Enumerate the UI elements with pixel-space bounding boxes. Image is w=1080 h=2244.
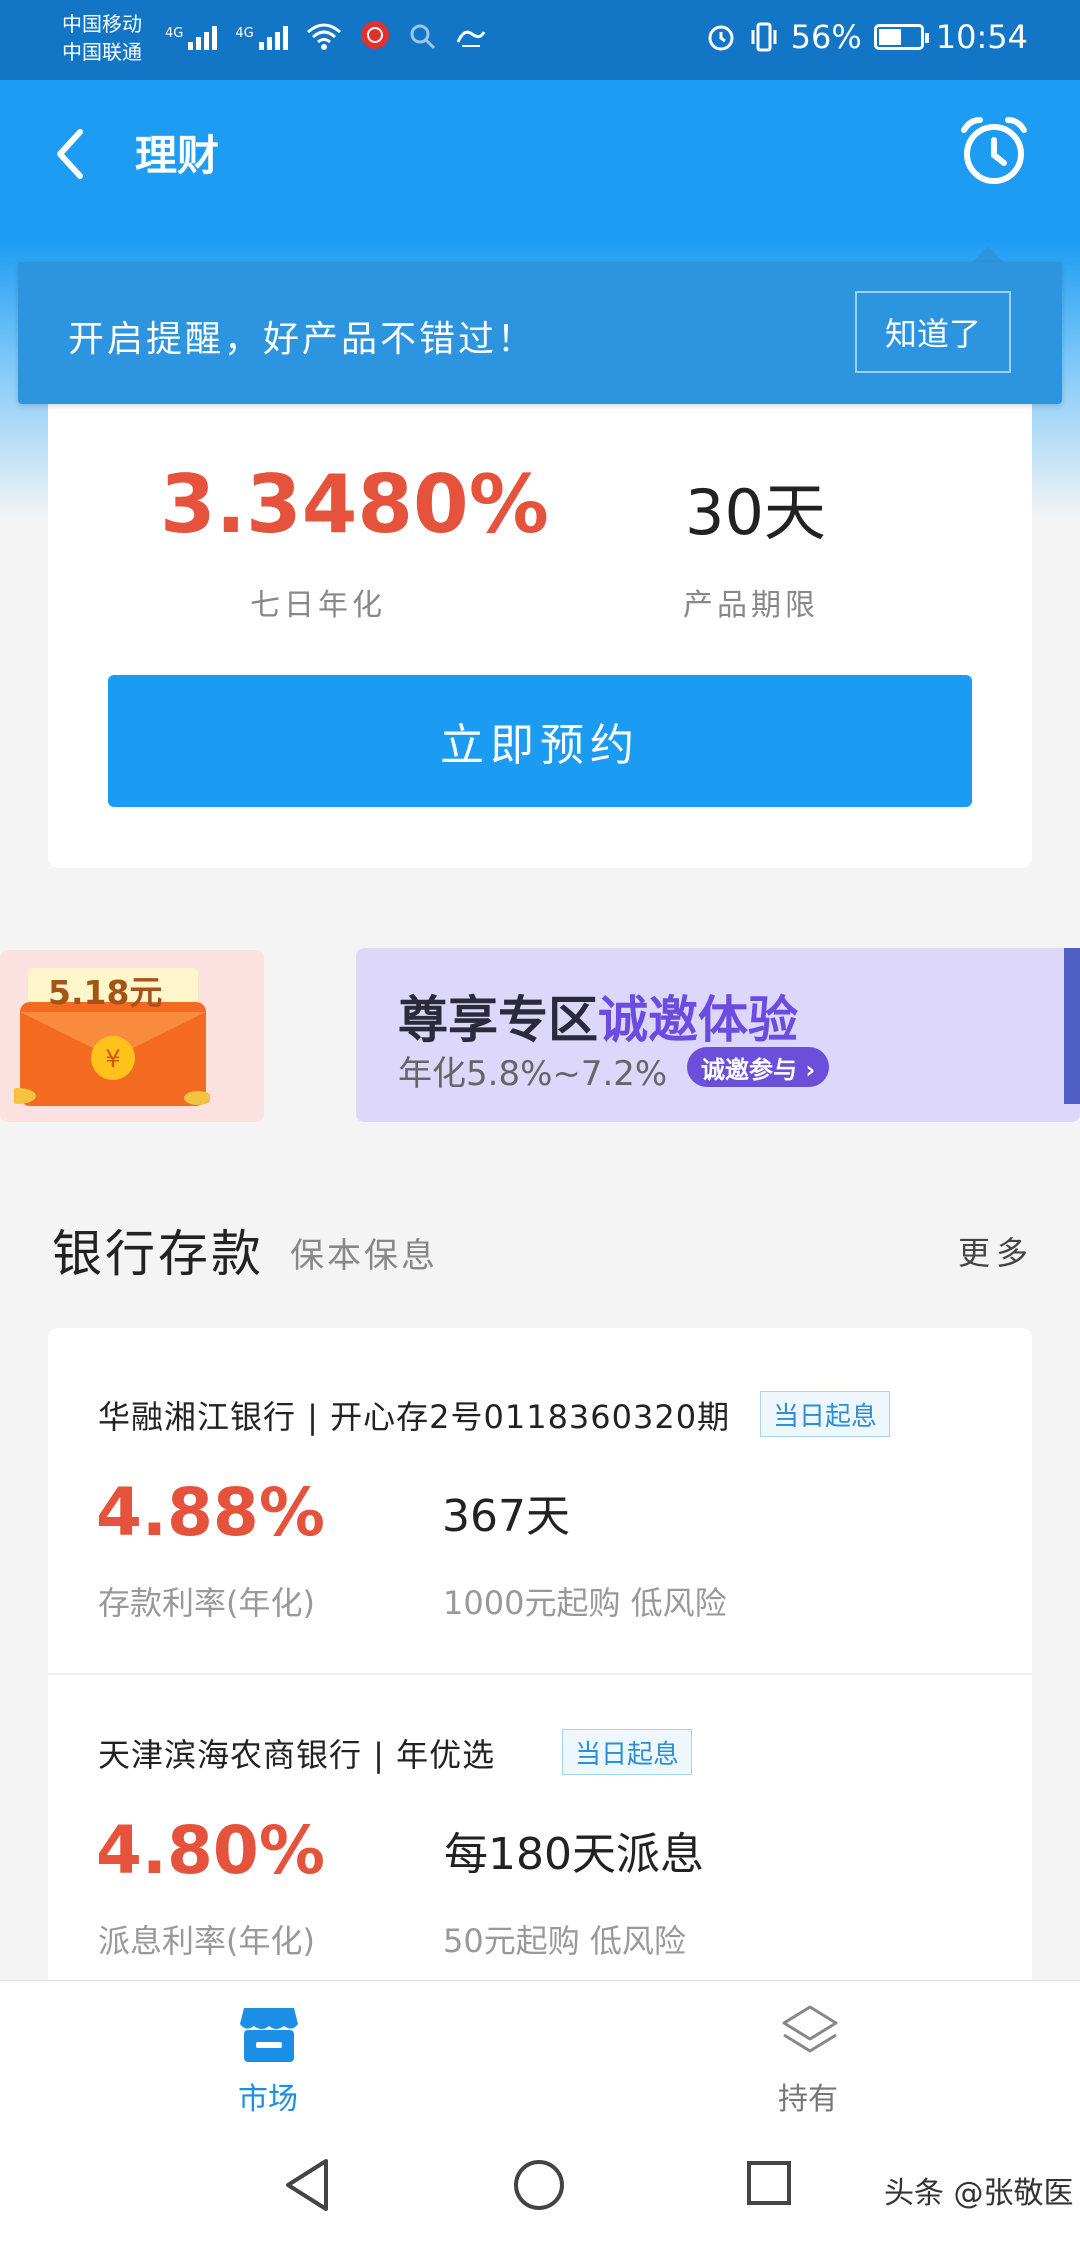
signal-icon: 4G (165, 26, 218, 50)
status-right: 56% 10:54 (705, 18, 1028, 56)
deposit-name: 天津滨海农商银行 | 年优选 (98, 1736, 496, 1774)
study-app-icon (456, 30, 486, 47)
nav-back-icon[interactable] (282, 2157, 332, 2213)
deposit-tag: 当日起息 (562, 1729, 693, 1775)
battery-icon (873, 24, 929, 50)
carrier-2: 中国联通 (62, 40, 142, 64)
battery-fill (878, 29, 902, 45)
list-divider (48, 1673, 1032, 1675)
section-subtitle: 保本保息 (290, 1236, 438, 1276)
vip-zone-title-2: 诚邀体验 (598, 991, 798, 1049)
tab-holdings[interactable]: 持有 (778, 2074, 838, 2118)
nav-home-icon[interactable] (512, 2158, 566, 2212)
vip-zone-title-1: 尊享专区 (398, 991, 598, 1049)
more-link[interactable]: 更多 (958, 1228, 1034, 1274)
tab-market[interactable]: 市场 (238, 2074, 298, 2118)
battery-percent: 56% (790, 18, 862, 56)
reminder-pointer (972, 246, 1004, 262)
promo-edge (1064, 948, 1080, 1104)
deposit-tag: 当日起息 (760, 1391, 891, 1437)
notification-app-icon (360, 21, 389, 49)
deposit-rate: 4.80% (96, 1812, 325, 1889)
deposit-term: 每180天派息 (444, 1829, 704, 1880)
market-store-icon[interactable] (240, 2004, 298, 2064)
vip-zone-rate: 年化5.8%~7.2% (398, 1054, 668, 1094)
product-term: 30天 (685, 476, 826, 549)
carrier-info: 中国移动 中国联通 (62, 10, 142, 66)
back-arrow-icon[interactable] (48, 120, 98, 188)
product-rate: 3.3480% (160, 458, 549, 551)
watermark: 头条 @张敬医 (884, 2176, 1074, 2211)
deposit-term: 367天 (442, 1491, 570, 1542)
status-bar: 中国移动 中国联通 4G 4G 56% 10:54 (0, 0, 1080, 80)
carrier-1: 中国移动 (62, 12, 142, 36)
envelope-amount: 5.18元 (48, 973, 163, 1012)
product-term-label: 产品期限 (683, 588, 819, 623)
got-it-button[interactable]: 知道了 (855, 291, 1011, 373)
product-rate-label: 七日年化 (250, 588, 386, 623)
signal-group: 4G 4G (165, 20, 488, 50)
holdings-layers-icon[interactable] (780, 2003, 840, 2065)
deposit-rate: 4.88% (96, 1474, 325, 1551)
deposit-rate-label: 派息利率(年化) (98, 1922, 315, 1960)
alarm-status-icon (708, 25, 734, 51)
join-button[interactable]: 诚邀参与 › (687, 1047, 830, 1087)
section-title: 银行存款 (52, 1225, 264, 1283)
nav-recent-apps-icon[interactable] (746, 2160, 792, 2206)
vibrate-icon (751, 22, 777, 52)
search-icon (410, 24, 435, 50)
clock: 10:54 (935, 18, 1028, 56)
wifi-icon (306, 23, 341, 50)
alarm-clock-icon[interactable] (956, 114, 1032, 190)
page-title: 理财 (135, 131, 220, 180)
reminder-text: 开启提醒，好产品不错过！ (68, 319, 537, 360)
vip-zone-title: 尊享专区诚邀体验 (398, 980, 798, 1052)
svg-text:¥: ¥ (105, 1045, 120, 1073)
signal-icon-2: 4G (235, 26, 288, 50)
bottom-tab-bar (0, 1980, 1080, 2127)
deposit-name: 华融湘江银行 | 开心存2号0118360320期 (98, 1398, 731, 1436)
deposit-term-label: 1000元起购 低风险 (443, 1584, 727, 1622)
deposit-term-label: 50元起购 低风险 (443, 1922, 686, 1960)
deposit-rate-label: 存款利率(年化) (98, 1584, 315, 1622)
reserve-now-button[interactable]: 立即预约 (108, 675, 972, 807)
